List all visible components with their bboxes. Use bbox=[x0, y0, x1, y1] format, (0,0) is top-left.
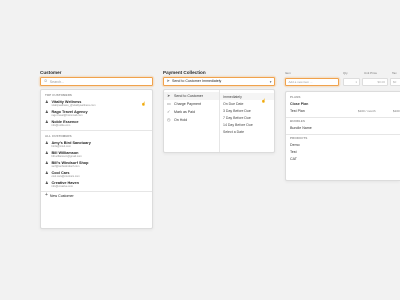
menu-item-label: On Hold bbox=[174, 118, 188, 122]
products-heading: PRODUCTS bbox=[290, 136, 308, 140]
customer-label: Customer bbox=[40, 70, 62, 75]
timing-label: 14 Day Before Due bbox=[223, 122, 253, 127]
chevron-down-icon: ▾ bbox=[269, 79, 272, 84]
plan-option[interactable]: Close Plan bbox=[290, 101, 396, 108]
payment-selected-value: Send to Customer Immediately bbox=[172, 79, 222, 84]
column-qty: Qty bbox=[343, 71, 348, 75]
qty-value: 1 bbox=[355, 80, 357, 84]
menu-item-send-to-customer[interactable]: ➤ Send to Customer bbox=[164, 92, 219, 100]
new-customer-button[interactable]: + New Customer bbox=[41, 191, 152, 200]
check-circle-icon: ✓ bbox=[167, 109, 171, 114]
person-icon: ♟ bbox=[45, 149, 49, 155]
customer-option[interactable]: ♟ Bill's Windsurf Shop surf@surfswindsur… bbox=[45, 159, 148, 168]
divider bbox=[41, 130, 152, 131]
customer-option[interactable]: ♟ Cool Cars cool.cars@coolcars.com bbox=[45, 169, 148, 178]
plan-tax: $100 bbox=[393, 109, 400, 113]
plus-icon: + bbox=[45, 192, 48, 198]
customer-option[interactable]: ♟ Noble Essence info@noble.com bbox=[45, 119, 148, 128]
all-customers-heading: ALL CUSTOMERS bbox=[45, 133, 72, 138]
pointer-cursor-icon: ☝ bbox=[141, 101, 146, 106]
timing-option[interactable]: 3 Day Before Due bbox=[220, 107, 274, 114]
customer-email: info@noble.com bbox=[51, 124, 71, 128]
payment-collection-select[interactable]: ➤ Send to Customer Immediately ▾ bbox=[163, 77, 275, 86]
customer-email: bill.williamson@gmail.com bbox=[51, 154, 82, 158]
customer-email: vitalitywellness_@vitalitywellness.com bbox=[51, 104, 96, 108]
plans-heading: PLANS bbox=[290, 95, 301, 99]
user-icon: ☺ bbox=[43, 78, 48, 84]
customer-option[interactable]: ♟ Vitality Wellness vitalitywellness_@vi… bbox=[45, 99, 148, 108]
top-customers-heading: TOP CUSTOMERS bbox=[45, 93, 73, 97]
customer-search-input[interactable]: ☺ Search... bbox=[40, 77, 153, 86]
pointer-cursor-icon: ☝ bbox=[261, 98, 266, 103]
product-name: Test bbox=[290, 150, 297, 154]
item-dropdown: PLANS Close Plan Test Plan $100 / month … bbox=[285, 91, 400, 181]
menu-item-label: Charge Payment bbox=[174, 102, 201, 106]
plan-name: Test Plan bbox=[290, 109, 305, 113]
customer-search-placeholder: Search... bbox=[49, 79, 65, 84]
product-option[interactable]: CAT bbox=[290, 156, 396, 163]
product-option[interactable]: Test bbox=[290, 149, 396, 156]
menu-item-label: Send to Customer bbox=[174, 94, 203, 98]
divider bbox=[286, 133, 400, 134]
product-name: Demo bbox=[290, 143, 300, 147]
menu-item-label: Mark as Paid bbox=[174, 110, 195, 114]
person-icon: ♟ bbox=[45, 179, 49, 185]
charge-icon: ▭ bbox=[167, 101, 171, 106]
column-tax: Tax bbox=[392, 71, 397, 75]
customer-email: birds@intuit.com bbox=[51, 144, 71, 148]
person-icon: ♟ bbox=[45, 99, 49, 104]
item-search-input[interactable]: Add a new item ... bbox=[285, 78, 339, 86]
send-icon: ➤ bbox=[166, 78, 171, 84]
payment-collection-menu: ➤ Send to Customer ▭ Charge Payment ✓ Ma… bbox=[163, 89, 275, 153]
bundles-heading: BUNDLES bbox=[290, 119, 306, 123]
timing-label: Immediately bbox=[223, 94, 242, 99]
timing-option[interactable]: 7 Day Before Due bbox=[220, 114, 274, 121]
divider bbox=[286, 116, 400, 117]
product-option[interactable]: Demo bbox=[290, 142, 396, 149]
customer-option[interactable]: ♟ Creative Haven info@creative.com bbox=[45, 179, 148, 188]
plan-name: Close Plan bbox=[290, 102, 309, 106]
unit-price-value: $0.00 bbox=[377, 80, 385, 84]
person-icon: ♟ bbox=[45, 139, 49, 145]
customer-option[interactable]: ♟ Amy's Bird Sanctuary birds@intuit.com bbox=[45, 139, 148, 148]
customer-option[interactable]: ♟ Rago Travel Agency rago.travel@hotmmai… bbox=[45, 109, 148, 118]
menu-item-on-hold[interactable]: ◷ On Hold bbox=[164, 116, 219, 124]
bundle-name: Bundle Name bbox=[290, 126, 312, 130]
tax-input[interactable]: $0 bbox=[390, 78, 400, 86]
person-icon: ♟ bbox=[45, 109, 49, 114]
person-icon: ♟ bbox=[45, 159, 49, 165]
tax-value: $0 bbox=[393, 80, 397, 84]
menu-item-charge-payment[interactable]: ▭ Charge Payment bbox=[164, 100, 219, 108]
timing-label: Select a Date bbox=[223, 129, 245, 134]
person-icon: ♟ bbox=[45, 169, 49, 175]
bundle-option[interactable]: Bundle Name bbox=[290, 125, 396, 132]
plan-price: $100 / month bbox=[358, 109, 376, 113]
timing-label: 3 Day Before Due bbox=[223, 108, 251, 113]
send-icon: ➤ bbox=[167, 93, 171, 98]
customer-option[interactable]: ♟ Bill Williamson bill.williamson@gmail.… bbox=[45, 149, 148, 158]
person-icon: ♟ bbox=[45, 119, 49, 124]
customer-email: info@creative.com bbox=[51, 184, 74, 188]
timing-option[interactable]: Select a Date bbox=[220, 128, 274, 135]
unit-price-input[interactable]: $0.00 bbox=[362, 78, 388, 86]
timing-option[interactable]: 14 Day Before Due bbox=[220, 121, 274, 128]
clock-icon: ◷ bbox=[167, 117, 171, 122]
item-search-placeholder: Add a new item ... bbox=[288, 80, 313, 84]
column-item: Item bbox=[285, 71, 291, 75]
payment-collection-label: Payment Collection bbox=[163, 70, 206, 75]
customer-dropdown: TOP CUSTOMERS ♟ Vitality Wellness vitali… bbox=[40, 89, 153, 229]
column-unit-price: Unit Price bbox=[364, 71, 378, 75]
customer-email: rago.travel@hotmmail.com bbox=[51, 114, 83, 118]
plan-option[interactable]: Test Plan $100 / month $100 bbox=[290, 108, 400, 115]
product-name: CAT bbox=[290, 157, 297, 161]
timing-label: On Due Date bbox=[223, 101, 244, 106]
qty-input[interactable]: 1 bbox=[343, 78, 360, 86]
new-customer-label: New Customer bbox=[49, 193, 74, 198]
menu-item-mark-as-paid[interactable]: ✓ Mark as Paid bbox=[164, 108, 219, 116]
timing-label: 7 Day Before Due bbox=[223, 115, 251, 120]
customer-email: cool.cars@coolcars.com bbox=[51, 174, 80, 178]
customer-email: surf@surfswindsurf.com bbox=[51, 164, 80, 168]
